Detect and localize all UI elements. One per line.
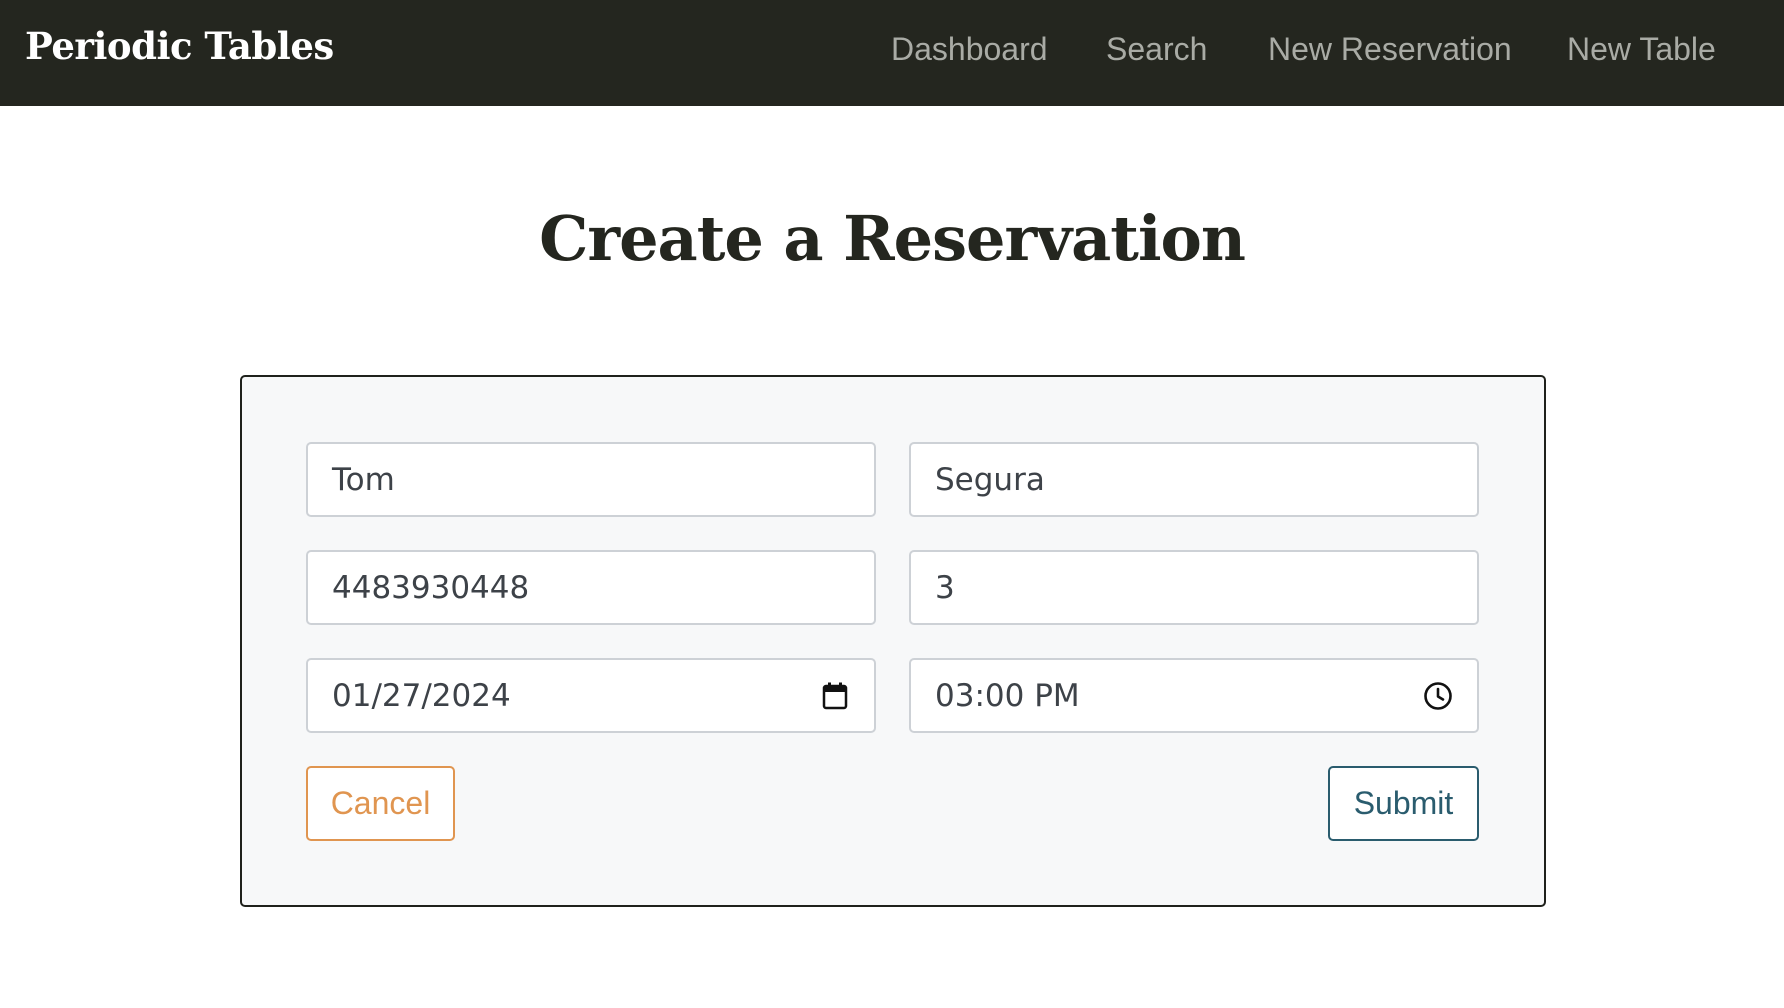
first-name-value: Tom [332, 461, 395, 498]
nav-link-dashboard[interactable]: Dashboard [891, 31, 1048, 68]
last-name-input[interactable]: Segura [909, 442, 1479, 517]
reservation-date-input[interactable]: 01/27/2024 [306, 658, 876, 733]
reservation-form: Tom Segura 4483930448 3 01/27/2024 03:00… [240, 375, 1546, 907]
nav-link-new-table[interactable]: New Table [1567, 31, 1716, 68]
nav-link-new-reservation[interactable]: New Reservation [1268, 31, 1512, 68]
people-value: 3 [935, 569, 955, 606]
mobile-number-input[interactable]: 4483930448 [306, 550, 876, 625]
people-input[interactable]: 3 [909, 550, 1479, 625]
last-name-value: Segura [935, 461, 1045, 498]
first-name-input[interactable]: Tom [306, 442, 876, 517]
calendar-icon[interactable] [820, 681, 850, 711]
nav-link-search[interactable]: Search [1106, 31, 1207, 68]
navbar: Periodic Tables Dashboard Search New Res… [0, 0, 1784, 106]
reservation-time-value: 03:00 PM [935, 677, 1080, 714]
reservation-time-input[interactable]: 03:00 PM [909, 658, 1479, 733]
mobile-number-value: 4483930448 [332, 569, 530, 606]
brand-logo[interactable]: Periodic Tables [25, 24, 334, 68]
submit-button[interactable]: Submit [1328, 766, 1479, 841]
reservation-date-value: 01/27/2024 [332, 677, 511, 714]
clock-icon[interactable] [1423, 681, 1453, 711]
cancel-button[interactable]: Cancel [306, 766, 455, 841]
page-title: Create a Reservation [539, 202, 1246, 275]
